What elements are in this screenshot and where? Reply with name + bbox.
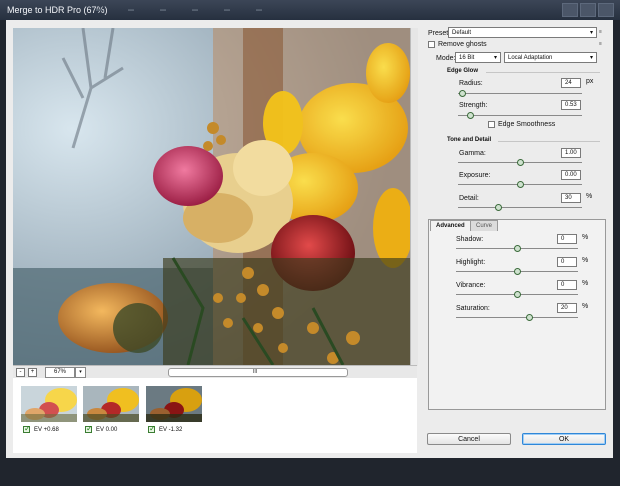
highlight-field[interactable]: 0 (557, 257, 577, 267)
chevron-down-icon: ▾ (493, 55, 497, 61)
zoom-out-button[interactable]: - (16, 368, 25, 377)
hdr-dialog: - + 67% ▾ III EV +0.68 EV 0.00 EV -1.32 (6, 20, 613, 458)
strength-slider-track (458, 115, 582, 116)
bit-depth-select[interactable]: 16 Bit ▾ (455, 52, 501, 63)
preview-horizontal-scrollbar[interactable]: III (168, 368, 348, 377)
exposure-label: Exposure: (459, 172, 491, 179)
gamma-slider[interactable] (517, 159, 524, 166)
zoom-bar: - + 67% ▾ III (13, 365, 417, 378)
detail-label: Detail: (459, 195, 479, 202)
ok-button[interactable]: OK (522, 433, 606, 445)
highlight-label: Highlight: (456, 259, 486, 266)
window-controls (562, 3, 614, 17)
saturation-slider-track (456, 317, 578, 318)
radius-slider[interactable] (458, 90, 466, 97)
tone-detail-title: Tone and Detail (447, 137, 492, 143)
preset-select[interactable]: Default ▾ (448, 27, 597, 38)
radius-unit: px (586, 78, 594, 85)
remove-ghosts-label: Remove ghosts (438, 41, 487, 48)
source-thumbnail[interactable] (21, 386, 77, 422)
title-bar: Merge to HDR Pro (67%) ▬ ▬ ▬ ▬ ▬ ▬ (0, 0, 620, 20)
source-thumbnail[interactable] (83, 386, 139, 422)
close-button[interactable] (598, 3, 614, 17)
radius-field[interactable]: 24 (561, 78, 581, 88)
background-menu-bar: ▬ ▬ ▬ ▬ ▬ ▬ (96, 7, 262, 13)
group-divider (498, 141, 600, 142)
source-checkbox[interactable] (148, 424, 156, 433)
detail-slider-track (458, 207, 582, 208)
edge-smoothness-checkbox[interactable] (488, 121, 495, 128)
source-item: EV +0.68 (23, 424, 59, 433)
source-item: EV 0.00 (85, 424, 118, 433)
source-checkbox[interactable] (23, 424, 31, 433)
minimize-button[interactable] (562, 3, 578, 17)
source-images-strip: EV +0.68 EV 0.00 EV -1.32 (13, 378, 417, 453)
mode-label: Mode: (436, 55, 456, 62)
gamma-field[interactable]: 1.00 (561, 148, 581, 158)
radius-slider-track (458, 93, 582, 94)
vibrance-field[interactable]: 0 (557, 280, 577, 290)
vibrance-unit: % (582, 280, 589, 287)
strength-slider[interactable] (467, 112, 475, 119)
panel-menu-icon[interactable]: ≡ (599, 41, 602, 47)
shadow-label: Shadow: (456, 236, 484, 243)
vibrance-slider[interactable] (514, 291, 521, 298)
exposure-slider[interactable] (517, 181, 524, 188)
method-select[interactable]: Local Adaptation ▾ (504, 52, 597, 63)
source-label: EV +0.68 (34, 426, 59, 433)
chevron-down-icon: ▾ (589, 30, 593, 36)
preset-menu-icon[interactable]: ≡ (599, 29, 602, 35)
detail-unit: % (586, 193, 593, 200)
group-divider (486, 72, 600, 73)
cancel-button[interactable]: Cancel (427, 433, 511, 445)
window-title: Merge to HDR Pro (67%) (7, 5, 108, 15)
preview-vertical-scrollbar[interactable] (410, 28, 418, 366)
saturation-label: Saturation: (456, 305, 490, 312)
source-label: EV -1.32 (159, 426, 183, 433)
saturation-field[interactable]: 20 (557, 303, 577, 313)
shadow-unit: % (582, 234, 589, 241)
chevron-down-icon: ▾ (589, 55, 593, 61)
exposure-field[interactable]: 0.00 (561, 170, 581, 180)
shadow-slider[interactable] (514, 245, 521, 252)
scrollbar-grip[interactable]: III (253, 369, 257, 375)
source-label: EV 0.00 (96, 426, 118, 433)
vibrance-label: Vibrance: (456, 282, 486, 289)
hdr-preview-image[interactable] (13, 28, 410, 365)
zoom-in-button[interactable]: + (28, 368, 37, 377)
radius-label: Radius: (459, 80, 483, 87)
detail-slider[interactable] (494, 204, 502, 211)
saturation-unit: % (582, 303, 589, 310)
shadow-field[interactable]: 0 (557, 234, 577, 244)
highlight-unit: % (582, 257, 589, 264)
tab-curve[interactable]: Curve (470, 220, 499, 231)
source-item: EV -1.32 (148, 424, 183, 433)
maximize-button[interactable] (580, 3, 596, 17)
zoom-level-field[interactable]: 67% (45, 367, 75, 378)
zoom-dropdown-button[interactable]: ▾ (75, 367, 86, 378)
gamma-label: Gamma: (459, 150, 486, 157)
source-checkbox[interactable] (85, 424, 93, 433)
edge-glow-title: Edge Glow (447, 68, 479, 74)
strength-field[interactable]: 0.53 (561, 100, 581, 110)
source-thumbnail[interactable] (146, 386, 202, 422)
detail-field[interactable]: 30 (561, 193, 581, 203)
preset-label: Preset: (428, 30, 451, 37)
highlight-slider[interactable] (514, 268, 521, 275)
edge-smoothness-label: Edge Smoothness (498, 121, 556, 128)
tab-advanced[interactable]: Advanced (430, 220, 471, 231)
remove-ghosts-checkbox[interactable] (428, 41, 435, 48)
strength-label: Strength: (459, 102, 488, 109)
